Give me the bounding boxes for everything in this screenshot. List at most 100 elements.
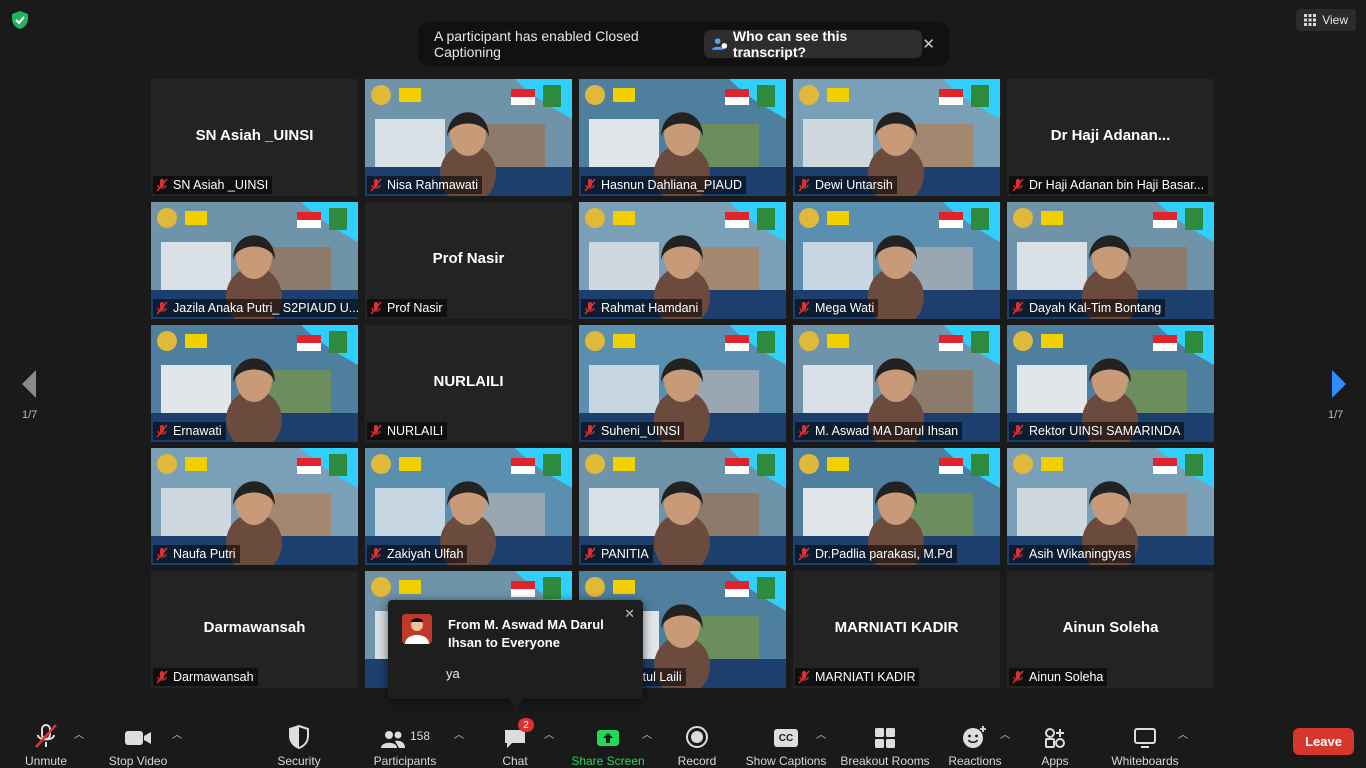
share-options-caret-icon[interactable]: ︿	[642, 726, 652, 741]
participant-tile[interactable]: Dr.Padlia parakasi, M.Pd	[793, 448, 1000, 565]
participant-name-label: SN Asiah _UINSI	[153, 176, 273, 194]
participant-tile[interactable]: Dewi Untarsih	[793, 79, 1000, 196]
muted-mic-icon	[584, 178, 596, 192]
participant-tile[interactable]: Rektor UINSI SAMARINDA	[1007, 325, 1214, 442]
participant-name-label: Naufa Putri	[153, 545, 240, 563]
participant-grid: SN Asiah _UINSI SN Asiah _UINSI Nisa Rahma…	[151, 79, 1215, 688]
security-button[interactable]: Security	[272, 712, 326, 768]
participants-button[interactable]: 158 Participants	[372, 712, 438, 768]
whiteboards-options-caret-icon[interactable]: ︿	[1178, 726, 1188, 741]
record-label: Record	[677, 754, 717, 768]
reactions-options-caret-icon[interactable]: ︿	[1000, 726, 1010, 741]
closed-caption-banner: A participant has enabled Closed Caption…	[418, 22, 949, 66]
participant-tile[interactable]: Suheni_UINSI	[579, 325, 786, 442]
participant-name: Hasnun Dahliana_PIAUD	[601, 178, 743, 192]
whiteboards-button[interactable]: Whiteboards	[1108, 712, 1182, 768]
participant-tile[interactable]: Darmawansah Darmawansah	[151, 571, 358, 688]
participant-tile[interactable]: Prof Nasir Prof Nasir	[365, 202, 572, 319]
page-indicator-left: 1/7	[22, 409, 38, 421]
encryption-shield-icon[interactable]	[10, 10, 30, 30]
participant-tile[interactable]: SN Asiah _UINSI SN Asiah _UINSI	[151, 79, 358, 196]
close-banner-icon[interactable]: ✕	[922, 35, 935, 53]
participant-name-label: Jazila Anaka Putri_ S2PIAUD U...	[153, 299, 358, 317]
security-shield-icon	[289, 725, 309, 749]
muted-mic-icon	[798, 301, 810, 315]
video-options-caret-icon[interactable]: ︿	[172, 726, 182, 741]
participant-tile[interactable]: Hasnun Dahliana_PIAUD	[579, 79, 786, 196]
unmute-button[interactable]: Unmute	[20, 712, 72, 768]
apps-icon	[1045, 728, 1065, 748]
participant-tile[interactable]: Nisa Rahmawati	[365, 79, 572, 196]
close-chat-popup-icon[interactable]: ✕	[624, 606, 635, 622]
unmute-label: Unmute	[24, 754, 68, 768]
record-icon	[686, 726, 708, 748]
record-button[interactable]: Record	[676, 712, 718, 768]
participant-tile[interactable]: Ernawati	[151, 325, 358, 442]
chat-options-caret-icon[interactable]: ︿	[544, 726, 554, 741]
share-screen-button[interactable]: Share Screen	[571, 712, 645, 768]
muted-mic-icon	[1012, 424, 1024, 438]
participant-name: Nisa Rahmawati	[387, 178, 479, 192]
participant-tile[interactable]: M. Aswad MA Darul Ihsan	[793, 325, 1000, 442]
participant-name-label: PANITIA	[581, 545, 653, 563]
chat-message: ya	[446, 666, 460, 681]
participant-name-label: Suheni_UINSI	[581, 422, 685, 440]
participant-name-label: Zakiyah Ulfah	[367, 545, 468, 563]
participant-tile[interactable]: Naufa Putri	[151, 448, 358, 565]
reactions-label: Reactions	[948, 754, 1002, 768]
participant-name: Naufa Putri	[173, 547, 236, 561]
participant-name: Dayah Kal-Tim Bontang	[1029, 301, 1162, 315]
reactions-button[interactable]: Reactions	[948, 712, 1002, 768]
participant-name-display: SN Asiah _UINSI	[195, 127, 314, 144]
page-indicator-right: 1/7	[1328, 409, 1344, 421]
stop-video-label: Stop Video	[108, 754, 168, 768]
participant-name-label: Rahmat Hamdani	[581, 299, 703, 317]
participant-name-label: Dr Haji Adanan bin Haji Basar...	[1009, 176, 1209, 194]
caption-banner-text: A participant has enabled Closed Caption…	[434, 28, 639, 60]
participant-name: Zakiyah Ulfah	[387, 547, 464, 561]
participant-name-label: Ainun Soleha	[1009, 668, 1108, 686]
participants-options-caret-icon[interactable]: ︿	[454, 726, 464, 741]
muted-mic-icon	[156, 178, 168, 192]
leave-button[interactable]: Leave	[1293, 728, 1354, 755]
participant-name: Dr Haji Adanan bin Haji Basar...	[1029, 178, 1205, 192]
participant-tile[interactable]: PANITIA	[579, 448, 786, 565]
muted-mic-icon	[798, 424, 810, 438]
chat-unread-badge: 2	[518, 718, 534, 732]
chat-notification-popup[interactable]: From M. Aswad MA Darul Ihsan to Everyone…	[388, 600, 643, 707]
participant-tile[interactable]: Mega Wati	[793, 202, 1000, 319]
apps-label: Apps	[1041, 754, 1069, 768]
muted-mic-icon	[370, 547, 382, 561]
next-page-arrow-icon[interactable]	[1326, 368, 1350, 400]
participant-tile[interactable]: Dr Haji Adanan... Dr Haji Adanan bin Haji…	[1007, 79, 1214, 196]
participant-name-label: Nisa Rahmawati	[367, 176, 483, 194]
participant-tile[interactable]: NURLAILI NURLAILI	[365, 325, 572, 442]
participant-tile[interactable]: Jazila Anaka Putri_ S2PIAUD U...	[151, 202, 358, 319]
captions-options-caret-icon[interactable]: ︿	[816, 726, 826, 741]
previous-page-arrow-icon[interactable]	[18, 368, 42, 400]
participant-name-label: Ernawati	[153, 422, 226, 440]
participant-tile[interactable]: Dayah Kal-Tim Bontang	[1007, 202, 1214, 319]
participant-tile[interactable]: Rahmat Hamdani	[579, 202, 786, 319]
participant-tile[interactable]: Ainun Soleha Ainun Soleha	[1007, 571, 1214, 688]
share-screen-label: Share Screen	[571, 754, 645, 768]
muted-mic-icon	[1012, 178, 1024, 192]
apps-button[interactable]: Apps	[1038, 712, 1072, 768]
audio-options-caret-icon[interactable]: ︿	[74, 726, 84, 741]
view-button[interactable]: View	[1296, 9, 1356, 31]
participants-label: Participants	[373, 754, 437, 768]
stop-video-button[interactable]: Stop Video	[106, 712, 170, 768]
muted-mic-icon	[1012, 301, 1024, 315]
participant-tile[interactable]: Zakiyah Ulfah	[365, 448, 572, 565]
participant-name-display: Ainun Soleha	[1062, 619, 1159, 636]
breakout-rooms-button[interactable]: Breakout Rooms	[840, 712, 930, 768]
participant-name-display: Darmawansah	[203, 619, 306, 636]
participants-count: 158	[409, 729, 431, 743]
participant-name-label: MARNIATI KADIR	[795, 668, 920, 686]
participant-name: PANITIA	[601, 547, 649, 561]
participant-name: Rektor UINSI SAMARINDA	[1029, 424, 1181, 438]
participant-tile[interactable]: Asih Wikaningtyas	[1007, 448, 1214, 565]
who-can-see-transcript-button[interactable]: Who can see this transcript?	[703, 28, 923, 60]
participant-name: Prof Nasir	[387, 301, 443, 315]
participant-tile[interactable]: MARNIATI KADIR MARNIATI KADIR	[793, 571, 1000, 688]
